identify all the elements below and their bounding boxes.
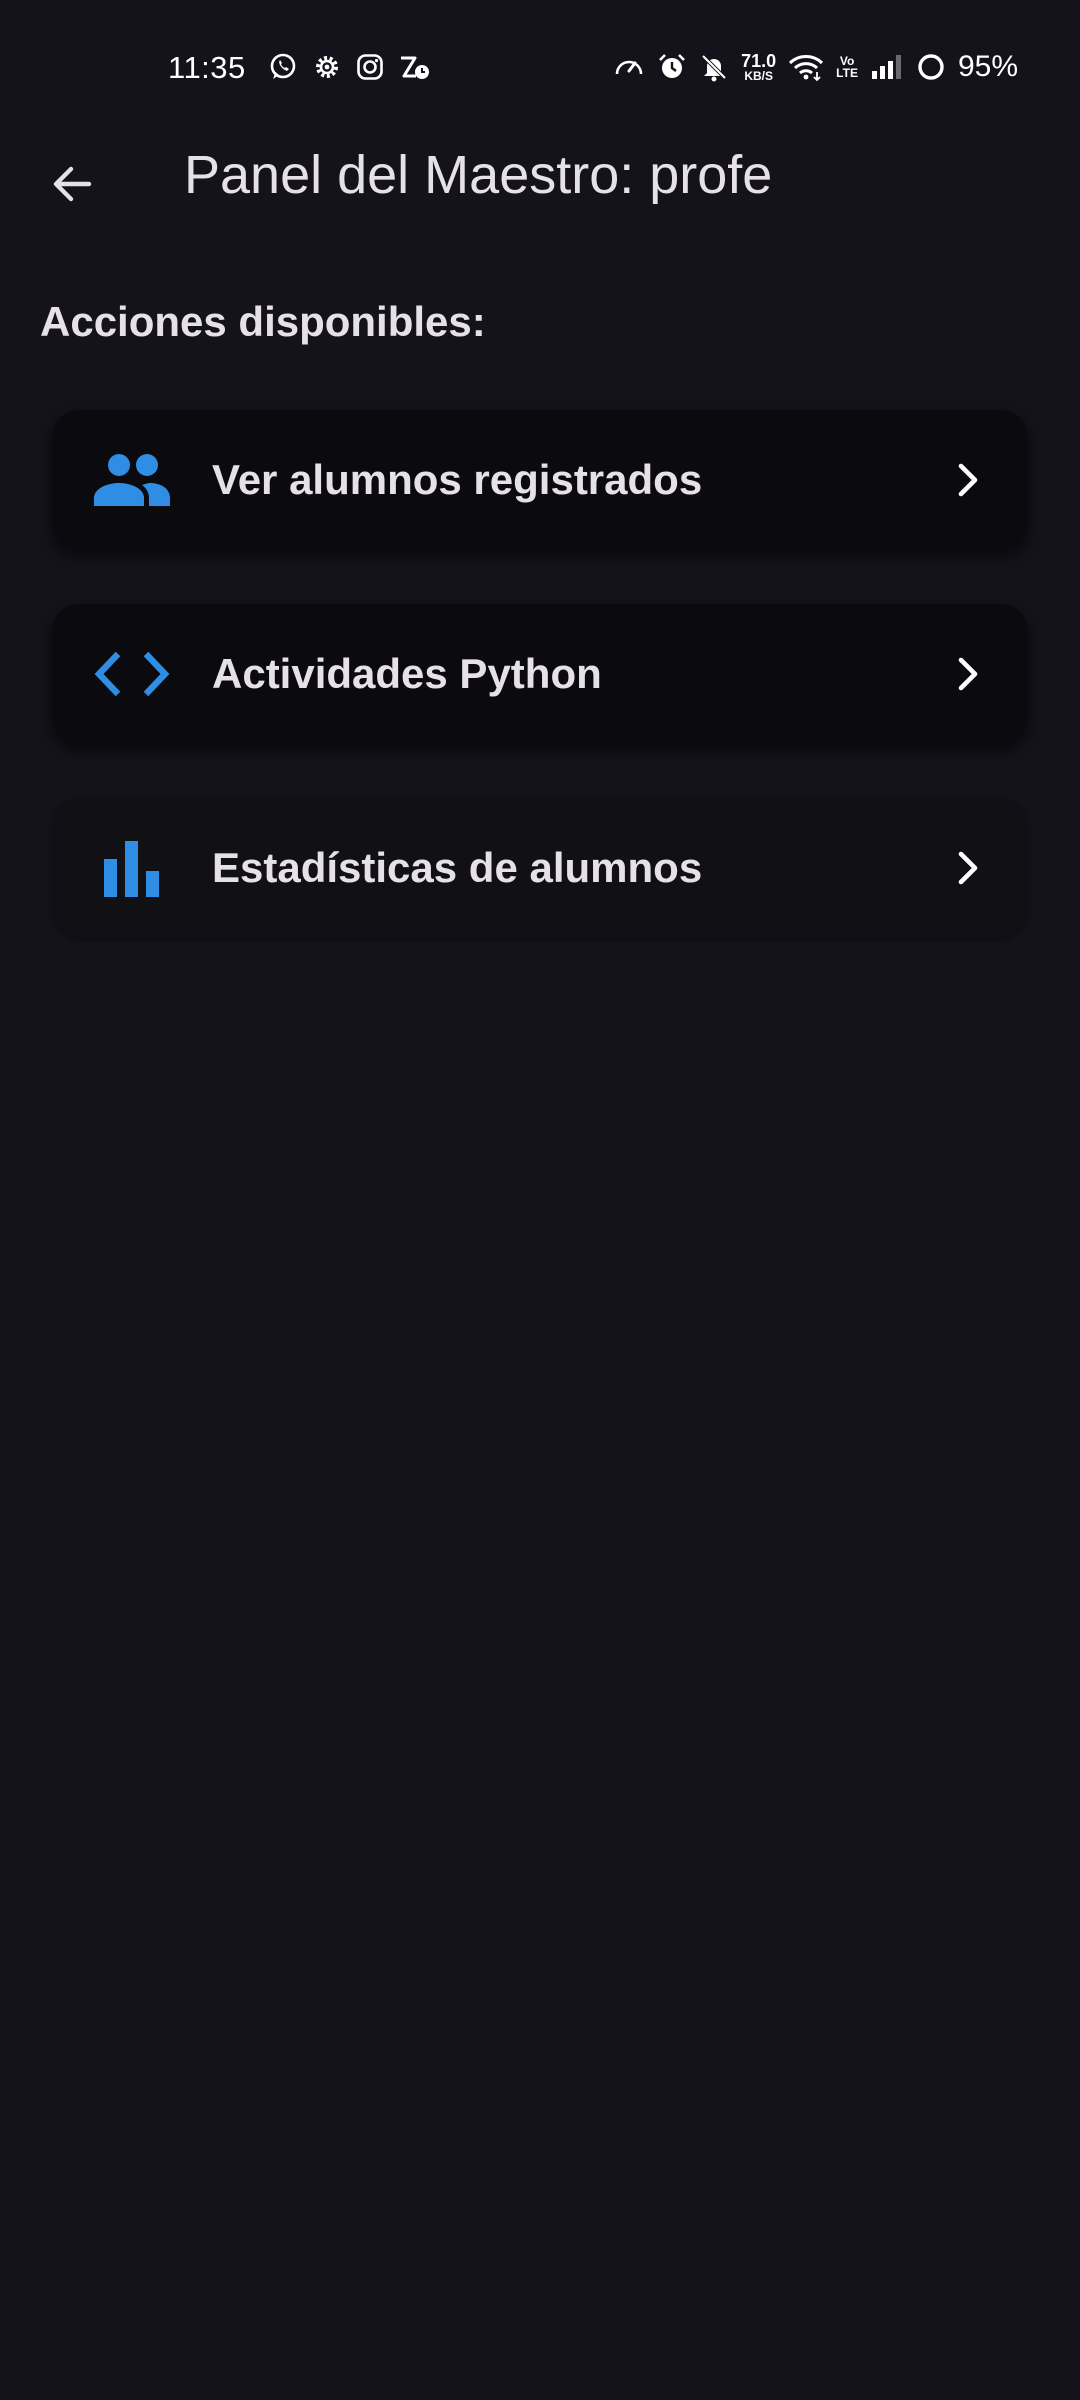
chevron-right-icon xyxy=(908,410,1028,550)
action-actividades-python[interactable]: Actividades Python xyxy=(52,604,1028,744)
whatsapp-icon xyxy=(268,52,298,82)
code-icon xyxy=(52,604,212,744)
chevron-right-icon xyxy=(908,798,1028,938)
notification-icons xyxy=(268,52,432,82)
system-icons: 71.0 KB/S Vo LTE 95% xyxy=(613,50,1018,84)
bell-off-icon xyxy=(699,52,729,82)
volte-indicator: Vo LTE xyxy=(836,54,858,80)
back-button[interactable] xyxy=(36,150,108,222)
network-speed: 71.0 KB/S xyxy=(741,51,777,83)
action-ver-alumnos-registrados[interactable]: Ver alumnos registrados xyxy=(52,410,1028,550)
app-bar: Panel del Maestro: profe xyxy=(0,140,1080,220)
section-title: Acciones disponibles: xyxy=(40,298,486,345)
actions-list: Ver alumnos registrados Actividades Pyth… xyxy=(52,410,1028,992)
settings-gear-icon xyxy=(312,52,342,82)
status-time: 11:35 xyxy=(168,50,246,85)
action-label: Ver alumnos registrados xyxy=(212,456,703,503)
action-label: Actividades Python xyxy=(212,650,602,697)
page-title: Panel del Maestro: profe xyxy=(184,145,773,205)
action-label: Estadísticas de alumnos xyxy=(212,844,703,891)
status-bar: 11:35 71.0 KB/S Vo LTE 95% xyxy=(0,0,1080,140)
bar-chart-icon xyxy=(52,798,212,938)
arrow-back-icon xyxy=(49,161,95,212)
battery-percentage: 95% xyxy=(957,50,1018,83)
battery-ring-icon xyxy=(916,52,946,82)
speedometer-icon xyxy=(613,52,645,82)
alarm-icon xyxy=(657,52,687,82)
instagram-icon xyxy=(356,53,384,81)
cellular-signal-icon xyxy=(870,53,904,81)
wifi-icon xyxy=(788,52,824,82)
action-estadisticas-de-alumnos[interactable]: Estadísticas de alumnos xyxy=(52,798,1028,938)
chevron-right-icon xyxy=(908,604,1028,744)
zomato-icon xyxy=(398,52,432,82)
people-icon xyxy=(52,410,212,550)
